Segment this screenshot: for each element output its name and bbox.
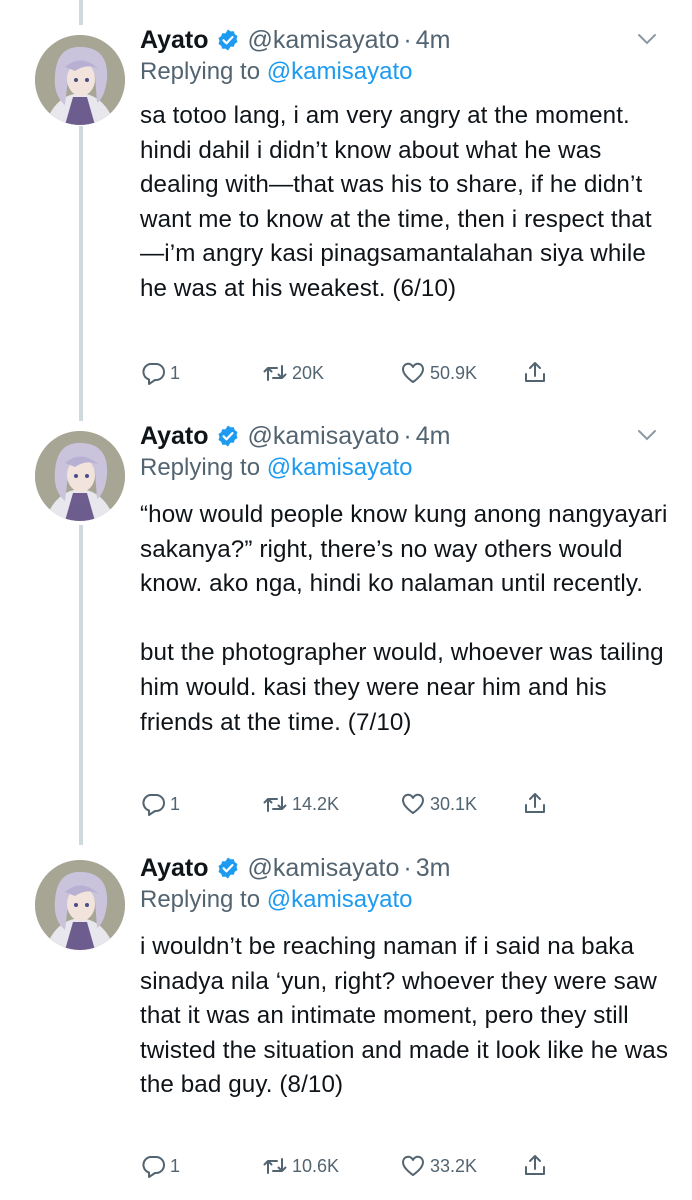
user-handle[interactable]: @kamisayato — [248, 422, 400, 451]
timestamp[interactable]: 4m — [416, 26, 451, 55]
replying-to: Replying to @kamisayato — [140, 454, 413, 482]
chevron-down-icon[interactable] — [636, 28, 658, 50]
share-icon — [525, 362, 545, 382]
avatar-image — [35, 860, 125, 950]
reply-button[interactable]: 1 — [140, 790, 180, 818]
retweet-icon — [263, 365, 287, 381]
share-button[interactable] — [522, 359, 552, 387]
verified-badge-icon — [218, 29, 238, 51]
reply-icon — [142, 1156, 165, 1178]
avatar[interactable] — [35, 431, 125, 521]
separator-dot: · — [403, 25, 412, 54]
tweet-text: “how would people know kung anong nangya… — [140, 501, 668, 736]
display-name[interactable]: Ayato — [140, 26, 209, 55]
retweet-count: 10.6K — [292, 1155, 340, 1176]
avatar-image — [35, 431, 125, 521]
like-icon — [402, 1155, 424, 1176]
like-button[interactable]: 33.2K — [400, 1152, 477, 1180]
verified-badge-icon — [218, 857, 238, 879]
chevron-down-icon[interactable] — [636, 424, 658, 446]
retweet-icon — [263, 1158, 287, 1174]
replying-mention-link[interactable]: @kamisayato — [267, 886, 413, 913]
display-name[interactable]: Ayato — [140, 422, 209, 451]
like-count: 33.2K — [430, 1155, 478, 1176]
avatar[interactable] — [35, 860, 125, 950]
share-button[interactable] — [522, 790, 552, 818]
reply-count: 1 — [170, 793, 181, 814]
reply-count: 1 — [170, 362, 181, 383]
replying-mention-link[interactable]: @kamisayato — [267, 454, 413, 481]
tweet-actions: 1 14.2K 30.1K — [140, 790, 560, 818]
tweet[interactable]: Ayato @kamisayato · 3m Replying to @kami… — [0, 850, 692, 1200]
share-icon — [525, 793, 545, 813]
replying-label: Replying to — [140, 886, 261, 913]
retweet-button[interactable]: 10.6K — [262, 1152, 339, 1180]
share-button[interactable] — [522, 1152, 552, 1180]
retweet-count: 20K — [292, 362, 325, 383]
retweet-button[interactable]: 14.2K — [262, 790, 339, 818]
reply-button[interactable]: 1 — [140, 359, 180, 387]
replying-to: Replying to @kamisayato — [140, 58, 413, 86]
reply-icon — [142, 363, 165, 385]
reply-icon — [142, 794, 165, 816]
user-handle[interactable]: @kamisayato — [248, 26, 400, 55]
share-icon — [525, 1155, 545, 1175]
reply-count: 1 — [170, 1155, 181, 1176]
retweet-icon — [263, 796, 287, 812]
verified-badge-icon — [218, 425, 238, 447]
like-button[interactable]: 50.9K — [400, 359, 477, 387]
display-name[interactable]: Ayato — [140, 854, 209, 883]
like-icon — [402, 793, 424, 814]
timestamp[interactable]: 4m — [416, 422, 451, 451]
reply-button[interactable]: 1 — [140, 1152, 180, 1180]
replying-mention-link[interactable]: @kamisayato — [267, 58, 413, 85]
tweet-text: i wouldn’t be reaching naman if i said n… — [140, 933, 675, 1099]
user-handle[interactable]: @kamisayato — [248, 854, 400, 883]
retweet-button[interactable]: 20K — [262, 359, 324, 387]
like-count: 50.9K — [430, 362, 478, 383]
like-count: 30.1K — [430, 793, 478, 814]
avatar-image — [35, 35, 125, 125]
replying-label: Replying to — [140, 58, 261, 85]
retweet-count: 14.2K — [292, 793, 340, 814]
replying-to: Replying to @kamisayato — [140, 886, 413, 914]
tweet[interactable]: Ayato @kamisayato · 4m Replying to @kami… — [0, 418, 692, 848]
separator-dot: · — [403, 421, 412, 450]
separator-dot: · — [403, 853, 412, 882]
timestamp[interactable]: 3m — [416, 854, 451, 883]
tweet[interactable]: Ayato @kamisayato · 4m Replying to @kami… — [0, 22, 692, 422]
like-icon — [402, 362, 424, 383]
like-button[interactable]: 30.1K — [400, 790, 477, 818]
tweet-actions: 1 20K 50.9K — [140, 359, 560, 387]
tweet-text: sa totoo lang, i am very angry at the mo… — [140, 102, 653, 302]
tweet-actions: 1 10.6K 33.2K — [140, 1152, 560, 1180]
replying-label: Replying to — [140, 454, 261, 481]
avatar[interactable] — [35, 35, 125, 125]
